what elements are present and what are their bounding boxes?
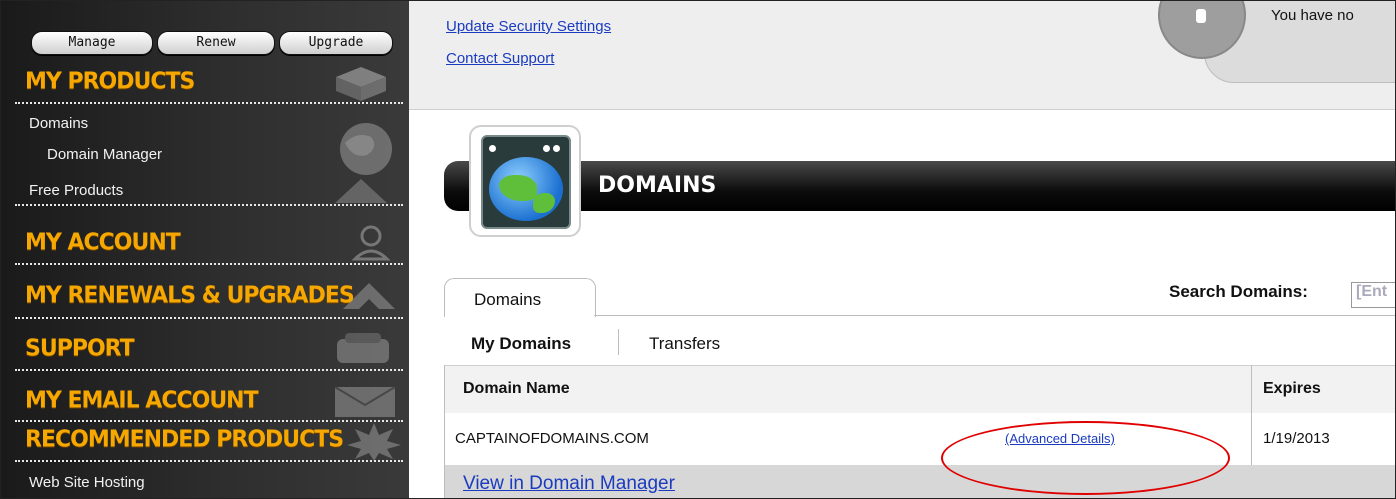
globe-icon [340,123,392,175]
table-header-row: Domain Name Expires [445,365,1395,415]
starburst-icon [347,423,401,461]
manage-button[interactable]: Manage [31,31,153,55]
view-in-domain-manager-link[interactable]: View in Domain Manager [463,473,675,495]
section-divider [15,369,403,371]
table-footer-row: View in Domain Manager [445,465,1395,498]
annotation-circle [941,421,1230,495]
sidebar-item-web-site-hosting[interactable]: Web Site Hosting [29,474,145,491]
subtab-separator [618,329,619,355]
box-icon [336,67,386,101]
section-divider [15,102,403,104]
expires-cell: 1/19/2013 [1263,430,1330,447]
section-divider [15,263,403,265]
top-panel: Update Security Settings Contact Support… [409,1,1395,110]
sidebar-item-free-products[interactable]: Free Products [29,182,123,199]
search-domains-input[interactable]: [Ent [1351,282,1395,308]
column-header-expires[interactable]: Expires [1263,380,1321,398]
app-frame: Manage Renew Upgrade MY PRODUCTS Domains… [0,0,1396,499]
sidebar-item-domains[interactable]: Domains [29,115,88,132]
upgrade-button[interactable]: Upgrade [279,31,393,55]
domain-name-cell: CAPTAINOFDOMAINS.COM [455,430,649,447]
section-recommended-products[interactable]: RECOMMENDED PRODUCTS [25,426,344,452]
subtab-my-domains[interactable]: My Domains [471,334,571,354]
section-my-email-account[interactable]: MY EMAIL ACCOUNT [25,387,259,413]
free-tag-icon [335,179,387,203]
contact-support-link[interactable]: Contact Support [446,50,554,67]
column-divider [1251,365,1252,465]
update-security-settings-link[interactable]: Update Security Settings [446,18,611,35]
search-domains-label: Search Domains: [1169,282,1308,301]
alert-message: You have no [1271,7,1354,24]
tab-domains-label: Domains [474,290,542,309]
section-my-products[interactable]: MY PRODUCTS [25,68,195,94]
renew-button[interactable]: Renew [157,31,275,55]
domains-table: Domain Name Expires CAPTAINOFDOMAINS.COM… [444,365,1395,498]
section-divider [15,460,403,462]
section-support[interactable]: SUPPORT [25,335,135,361]
table-row[interactable]: CAPTAINOFDOMAINS.COM (Advanced Details) … [445,413,1395,466]
tab-divider [594,315,1395,316]
section-my-renewals-upgrades[interactable]: MY RENEWALS & UPGRADES [25,282,355,308]
subtab-transfers[interactable]: Transfers [649,334,720,354]
section-my-account[interactable]: MY ACCOUNT [25,229,181,255]
domains-globe-icon [469,125,581,237]
sidebar-item-domain-manager[interactable]: Domain Manager [47,146,162,163]
column-header-domain-name[interactable]: Domain Name [463,380,570,398]
section-divider [15,317,403,319]
arrow-up-icon [343,283,395,309]
section-divider [15,204,403,206]
envelope-icon [334,386,396,417]
phone-icon [337,333,389,363]
page-header-bar [444,161,1395,211]
user-icon [351,225,391,261]
page-title: DOMAINS [598,173,717,198]
sidebar: Manage Renew Upgrade MY PRODUCTS Domains… [1,1,409,498]
